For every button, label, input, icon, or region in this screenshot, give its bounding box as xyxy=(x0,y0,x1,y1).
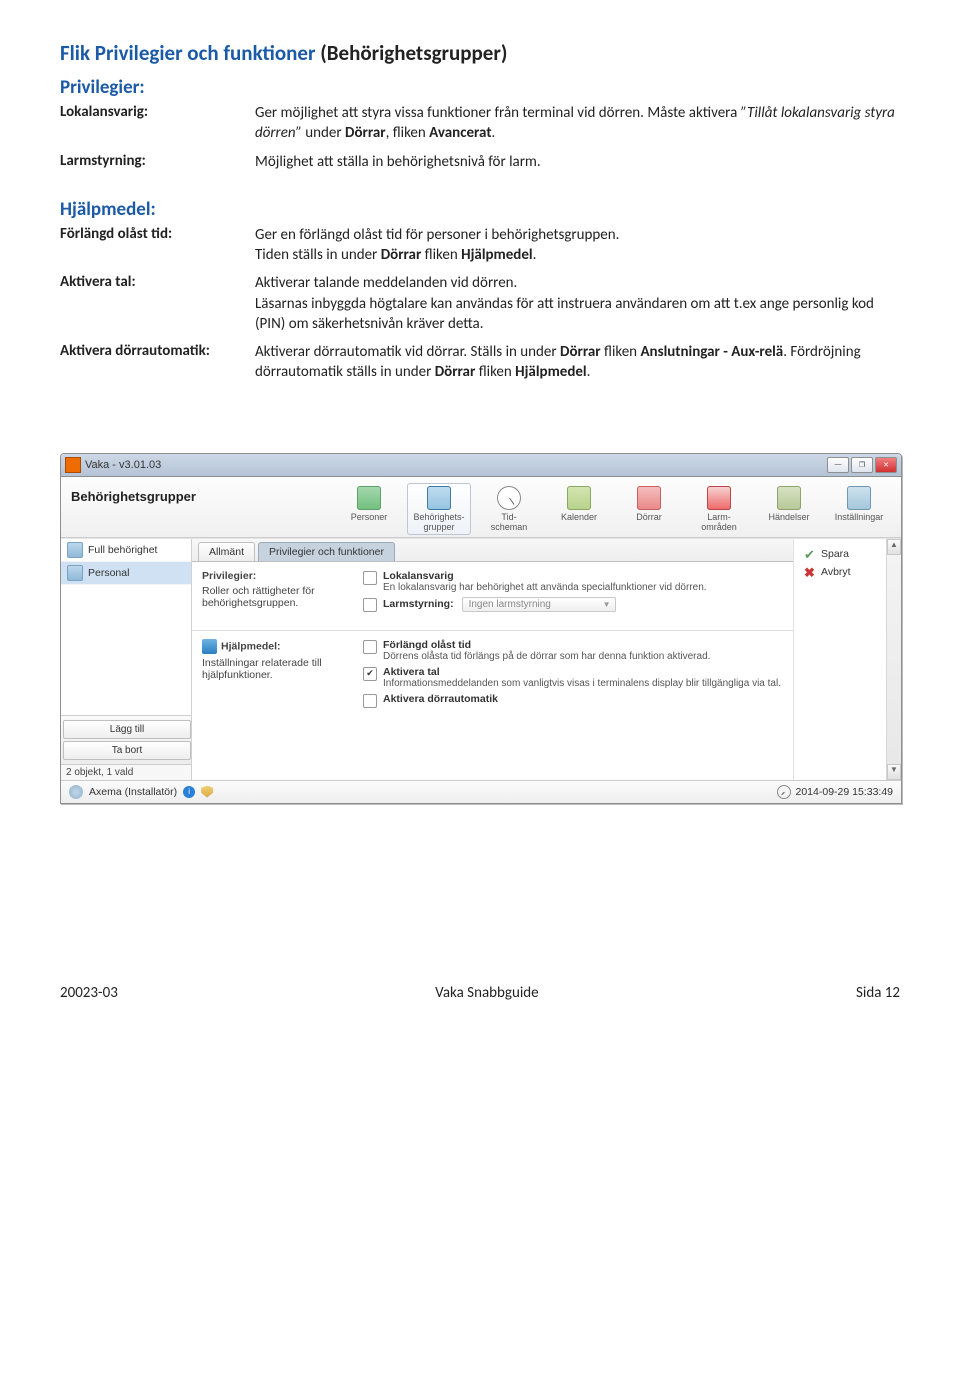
panel-hjalp-desc: Inställningar relaterade till hjälpfunkt… xyxy=(202,657,347,681)
larm-body: Möjlighet att ställa in behörighetsnivå … xyxy=(255,152,900,172)
group-icon xyxy=(67,565,83,581)
maximize-button[interactable]: ❐ xyxy=(851,457,873,473)
footer-right: Sida 12 xyxy=(856,984,900,1002)
checkbox-icon[interactable] xyxy=(363,640,377,654)
avatar-icon xyxy=(69,785,83,799)
cancel-button[interactable]: ✖ Avbryt xyxy=(800,563,880,581)
aktivera-tal-label: Aktivera tal: xyxy=(60,273,255,334)
events-icon xyxy=(777,486,801,510)
door-icon xyxy=(637,486,661,510)
checkbox-icon[interactable] xyxy=(363,667,377,681)
lokal-label: Lokalansvarig: xyxy=(60,103,255,144)
checkbox-icon[interactable] xyxy=(363,571,377,585)
heading-part-a: Flik Privilegier och funktioner xyxy=(60,40,315,66)
window-title: Vaka - v3.01.03 xyxy=(85,459,161,471)
forlangd-body: Ger en förlängd olåst tid för personer i… xyxy=(255,225,900,266)
clock-icon xyxy=(777,785,791,799)
titlebar[interactable]: Vaka - v3.01.03 — ❐ ✕ xyxy=(61,454,901,477)
scroll-up-icon[interactable]: ▲ xyxy=(887,539,901,555)
def-aktivera-tal: Aktivera tal: Aktiverar talande meddelan… xyxy=(60,273,900,334)
def-larmstyrning: Larmstyrning: Möjlighet att ställa in be… xyxy=(60,152,900,172)
id-card-icon xyxy=(427,486,451,510)
privilegier-subheading: Privilegier: xyxy=(60,76,900,99)
checkbox-icon[interactable] xyxy=(363,598,377,612)
larm-label: Larmstyrning: xyxy=(60,152,255,172)
status-user: Axema (Installatör) xyxy=(89,786,177,798)
calendar-icon xyxy=(567,486,591,510)
scroll-down-icon[interactable]: ▼ xyxy=(887,764,901,780)
sliders-icon xyxy=(847,486,871,510)
tab-privilegier[interactable]: Privilegier och funktioner xyxy=(258,542,395,561)
nav-item-installningar[interactable]: Inställningar xyxy=(827,483,891,535)
footer-left: 20023-03 xyxy=(60,984,118,1002)
status-time: 2014-09-29 15:33:49 xyxy=(796,786,894,798)
minimize-button[interactable]: — xyxy=(827,457,849,473)
info-icon[interactable]: i xyxy=(183,786,195,798)
nav-item-tidscheman[interactable]: Tid- scheman xyxy=(477,483,541,535)
checkbox-forlangd[interactable]: Förlängd olåst tid Dörrens olåsta tid fö… xyxy=(363,639,783,662)
nav-item-behorighetsgrupper[interactable]: Behörighets- grupper xyxy=(407,483,471,535)
nav-item-dorrar[interactable]: Dörrar xyxy=(617,483,681,535)
aktivera-dorr-label: Aktivera dörrautomatik: xyxy=(60,342,255,383)
check-icon: ✔ xyxy=(804,548,816,560)
statusbar: Axema (Installatör) i 2014-09-29 15:33:4… xyxy=(61,780,901,803)
alarm-icon xyxy=(707,486,731,510)
remove-button[interactable]: Ta bort xyxy=(63,741,191,760)
nav-item-kalender[interactable]: Kalender xyxy=(547,483,611,535)
shield-icon[interactable] xyxy=(201,786,213,798)
checkbox-lokalansvarig[interactable]: Lokalansvarig En lokalansvarig har behör… xyxy=(363,570,783,593)
def-aktivera-dorr: Aktivera dörrautomatik: Aktiverar dörrau… xyxy=(60,342,900,383)
nav-item-personer[interactable]: Personer xyxy=(337,483,401,535)
actions-panel: ✔ Spara ✖ Avbryt xyxy=(793,539,886,780)
save-button[interactable]: ✔ Spara xyxy=(800,545,880,563)
checkbox-icon[interactable] xyxy=(363,694,377,708)
sidebar-item-1[interactable]: Personal xyxy=(61,562,191,585)
checkbox-aktivera-tal[interactable]: Aktivera tal Informationsmeddelanden som… xyxy=(363,666,783,689)
panel-priv-head: Privilegier: xyxy=(202,570,347,582)
nav-item-handelser[interactable]: Händelser xyxy=(757,483,821,535)
row-larmstyrning: Larmstyrning: Ingen larmstyrning xyxy=(363,597,783,612)
panel-priv-desc: Roller och rättigheter för behörighetsgr… xyxy=(202,585,347,609)
x-icon: ✖ xyxy=(804,566,816,578)
scrollbar[interactable]: ▲ ▼ xyxy=(886,539,901,780)
people-icon xyxy=(357,486,381,510)
app-window: Vaka - v3.01.03 — ❐ ✕ Behörighetsgrupper… xyxy=(60,453,902,804)
add-button[interactable]: Lägg till xyxy=(63,720,191,739)
tab-allmant[interactable]: Allmänt xyxy=(198,542,255,561)
def-lokalansvarig: Lokalansvarig: Ger möjlighet att styra v… xyxy=(60,103,900,144)
panel-hjalp-head: Hjälpmedel: xyxy=(202,639,347,654)
forlangd-label: Förlängd olåst tid: xyxy=(60,225,255,266)
aktivera-dorr-body: Aktiverar dörrautomatik vid dörrar. Stäl… xyxy=(255,342,900,383)
page-title: Behörighetsgrupper xyxy=(71,483,196,504)
aktivera-tal-body: Aktiverar talande meddelanden vid dörren… xyxy=(255,273,900,334)
heading-part-b: (Behörighetsgrupper) xyxy=(315,40,507,66)
tabs: Allmänt Privilegier och funktioner xyxy=(192,539,793,562)
hjalpmedel-subheading: Hjälpmedel: xyxy=(60,198,900,221)
close-button[interactable]: ✕ xyxy=(875,457,897,473)
panel-privilegier: Privilegier: Roller och rättigheter för … xyxy=(192,562,793,624)
group-icon xyxy=(67,542,83,558)
larmstyrning-dropdown[interactable]: Ingen larmstyrning xyxy=(462,597,616,612)
panel-hjalpmedel: Hjälpmedel: Inställningar relaterade til… xyxy=(192,630,793,720)
nav-item-larmomraden[interactable]: Larm- områden xyxy=(687,483,751,535)
def-forlangd: Förlängd olåst tid: Ger en förlängd olås… xyxy=(60,225,900,266)
clock-icon xyxy=(497,486,521,510)
app-icon xyxy=(65,457,81,473)
sidebar-status: 2 objekt, 1 vald xyxy=(61,764,191,780)
checkbox-dorrautomatik[interactable]: Aktivera dörrautomatik xyxy=(363,693,783,708)
page-heading: Flik Privilegier och funktioner (Behörig… xyxy=(60,40,900,66)
lokal-body: Ger möjlighet att styra vissa funktioner… xyxy=(255,103,900,144)
accessibility-icon xyxy=(202,639,217,654)
sidebar: Full behörighet Personal Lägg till Ta bo… xyxy=(61,539,192,780)
page-footer: 20023-03 Vaka Snabbguide Sida 12 xyxy=(60,984,900,1002)
footer-center: Vaka Snabbguide xyxy=(435,984,538,1002)
top-toolbar: Behörighetsgrupper Personer Behörighets-… xyxy=(61,477,901,538)
sidebar-item-0[interactable]: Full behörighet xyxy=(61,539,191,562)
